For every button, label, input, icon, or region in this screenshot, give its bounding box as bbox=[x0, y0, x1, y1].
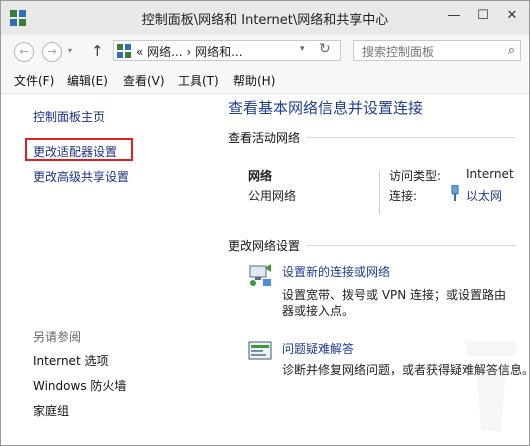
menu-help[interactable]: 帮助(H) bbox=[233, 72, 275, 89]
divider bbox=[306, 245, 516, 246]
network-name: 网络 bbox=[248, 169, 273, 183]
maximize-button[interactable]: ☐ bbox=[470, 3, 496, 29]
window: 控制面板\网络和 Internet\网络和共享中心 — ☐ ✕ ← → ▾ ↑ … bbox=[0, 0, 530, 446]
breadcrumb-network[interactable]: 网络... bbox=[147, 45, 182, 59]
active-networks-heading: 查看活动网络 bbox=[228, 131, 301, 145]
network-category: 公用网络 bbox=[248, 189, 297, 203]
page-title: 查看基本网络信息并设置连接 bbox=[228, 99, 424, 117]
internet-options-link[interactable]: Internet 选项 bbox=[33, 352, 108, 369]
troubleshoot-icon bbox=[248, 341, 272, 360]
new-connection-icon bbox=[249, 264, 271, 286]
menu-file[interactable]: 文件(F) bbox=[14, 72, 54, 89]
menu-view[interactable]: 查看(V) bbox=[123, 72, 165, 89]
access-type-value: Internet bbox=[466, 167, 514, 181]
breadcrumb-sharing-center[interactable]: 网络和... bbox=[195, 45, 242, 59]
change-settings-heading: 更改网络设置 bbox=[228, 239, 301, 253]
search-icon[interactable]: ⌕ bbox=[508, 43, 515, 58]
change-adapter-settings-link[interactable]: 更改适配器设置 bbox=[33, 143, 117, 160]
menu-edit[interactable]: 编辑(E) bbox=[67, 72, 108, 89]
homegroup-link[interactable]: 家庭组 bbox=[33, 402, 69, 419]
menu-bar: 文件(F) 编辑(E) 查看(V) 工具(T) 帮助(H) bbox=[1, 67, 529, 94]
access-type-label: 访问类型: bbox=[389, 169, 442, 183]
search-input[interactable]: 搜索控制面板 bbox=[362, 43, 434, 60]
close-button[interactable]: ✕ bbox=[499, 3, 525, 29]
address-dropdown[interactable]: ▾ bbox=[300, 44, 305, 54]
recent-pages-dropdown[interactable]: ▾ bbox=[68, 46, 72, 55]
forward-button[interactable]: → bbox=[42, 42, 62, 62]
back-button[interactable]: ← bbox=[14, 42, 34, 62]
setup-new-connection-desc: 设置宽带、拨号或 VPN 连接；或设置路由 bbox=[282, 288, 507, 302]
see-also-heading: 另请参阅 bbox=[33, 330, 82, 344]
watermark-graphic bbox=[466, 341, 516, 431]
vertical-divider bbox=[379, 171, 380, 215]
ethernet-icon bbox=[451, 185, 459, 201]
network-folder-icon bbox=[117, 44, 131, 58]
ethernet-connection-link[interactable]: 以太网 bbox=[466, 187, 502, 204]
title-bar: 控制面板\网络和 Internet\网络和共享中心 — ☐ ✕ bbox=[1, 1, 529, 35]
navigation-bar: ← → ▾ ↑ « 网络... › 网络和... ▾ ↻ 搜索控制面板 ⌕ bbox=[1, 35, 529, 67]
change-advanced-sharing-link[interactable]: 更改高级共享设置 bbox=[33, 168, 129, 185]
setup-new-connection-link[interactable]: 设置新的连接或网络 bbox=[282, 263, 390, 280]
troubleshoot-link[interactable]: 问题疑难解答 bbox=[282, 340, 354, 357]
divider bbox=[306, 137, 516, 138]
connections-label: 连接: bbox=[389, 189, 418, 203]
up-button[interactable]: ↑ bbox=[91, 42, 104, 60]
breadcrumb-overflow[interactable]: « bbox=[136, 45, 143, 59]
windows-firewall-link[interactable]: Windows 防火墙 bbox=[33, 377, 126, 394]
minimize-button[interactable]: — bbox=[441, 3, 467, 29]
breadcrumb: « 网络... › 网络和... bbox=[136, 43, 243, 60]
address-bar[interactable]: « 网络... › 网络和... ▾ ↻ bbox=[113, 40, 341, 61]
menu-tools[interactable]: 工具(T) bbox=[178, 72, 219, 89]
control-panel-home-link[interactable]: 控制面板主页 bbox=[33, 108, 105, 125]
refresh-button[interactable]: ↻ bbox=[319, 41, 331, 57]
setup-new-connection-desc-line2: 器或接入点。 bbox=[282, 304, 355, 318]
breadcrumb-separator[interactable]: › bbox=[186, 45, 191, 59]
search-box[interactable]: 搜索控制面板 ⌕ bbox=[353, 40, 521, 61]
